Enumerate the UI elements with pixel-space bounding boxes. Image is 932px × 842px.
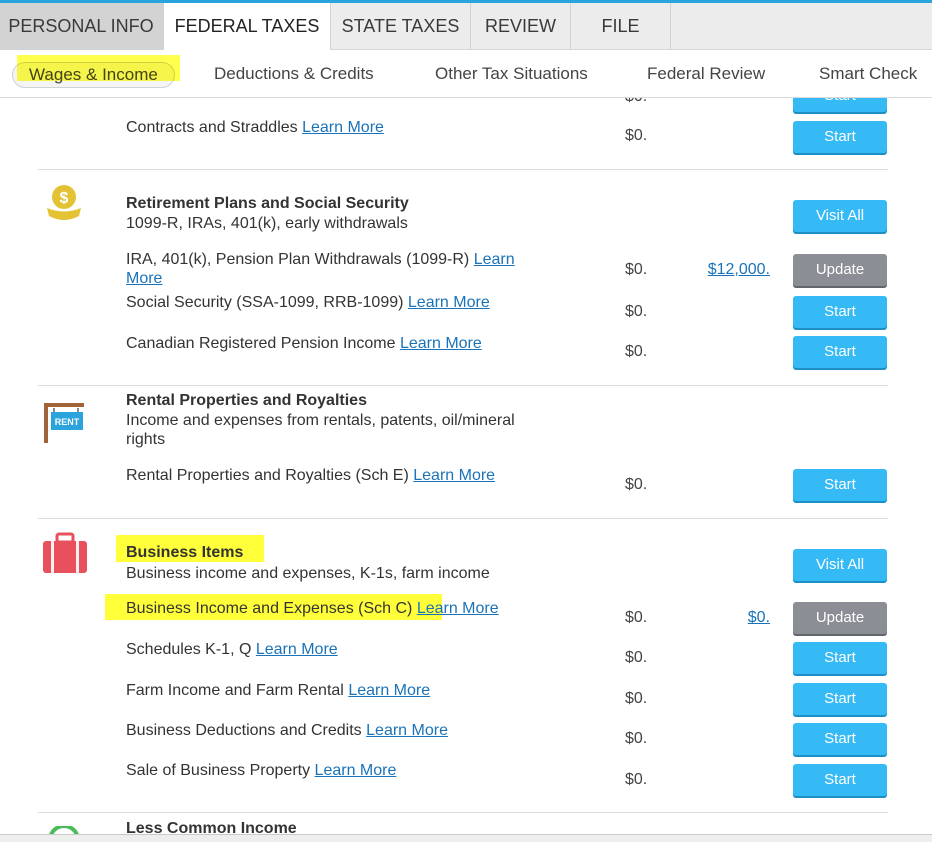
section-subtitle: 1099-R, IRAs, 401(k), early withdrawals: [126, 215, 408, 232]
income-list: $0. Start Contracts and Straddles Learn …: [0, 98, 932, 834]
learn-more-link[interactable]: Learn More: [256, 641, 338, 658]
start-button[interactable]: Start: [793, 121, 887, 153]
amount: $0.: [625, 609, 648, 626]
amount: $0.: [625, 98, 647, 106]
less-common-icon: [48, 824, 80, 834]
subtab-smart-check[interactable]: Smart Check: [819, 62, 917, 88]
svg-text:$: $: [60, 190, 69, 207]
item-label: Sale of Business Property Learn More: [126, 762, 397, 779]
start-button[interactable]: Start: [793, 683, 887, 715]
tab-personal-info[interactable]: PERSONAL INFO: [0, 3, 163, 50]
item-label: Schedules K-1, Q Learn More: [126, 641, 338, 658]
section-title: Business Items: [126, 544, 244, 561]
item-label: Business Income and Expenses (Sch C) Lea…: [126, 600, 499, 617]
item-label: IRA, 401(k), Pension Plan Withdrawals (1…: [126, 251, 515, 268]
tab-review[interactable]: REVIEW: [471, 3, 571, 50]
entered-amount-link[interactable]: $12,000.: [680, 261, 770, 279]
highlight-marker: [17, 55, 180, 81]
entered-amount-link[interactable]: $0.: [680, 609, 770, 627]
start-button[interactable]: Start: [793, 723, 887, 755]
tab-file[interactable]: FILE: [571, 3, 671, 50]
tab-state-taxes[interactable]: STATE TAXES: [331, 3, 471, 50]
item-label: Social Security (SSA-1099, RRB-1099) Lea…: [126, 294, 490, 311]
money-bag-icon: $: [46, 184, 82, 224]
update-button[interactable]: Update: [793, 254, 887, 286]
section-title: Less Common Income: [126, 820, 297, 834]
section-subtitle: Income and expenses from rentals, patent…: [126, 412, 515, 429]
start-button[interactable]: Start: [793, 296, 887, 328]
learn-more-link[interactable]: Learn More: [413, 467, 495, 484]
item-label: Contracts and Straddles Learn More: [126, 119, 384, 136]
amount: $0.: [625, 476, 648, 493]
amount: $0.: [625, 261, 648, 278]
amount: $0.: [625, 649, 648, 666]
start-button[interactable]: Start: [793, 642, 887, 674]
visit-all-button[interactable]: Visit All: [793, 549, 887, 581]
section-subtitle: Business income and expenses, K-1s, farm…: [126, 565, 490, 582]
start-button[interactable]: Start: [793, 469, 887, 501]
learn-more-link[interactable]: Learn More: [408, 294, 490, 311]
section-title: Rental Properties and Royalties: [126, 392, 367, 409]
divider: [38, 518, 888, 519]
section-subtitle: rights: [126, 431, 166, 448]
main-tab-bar: PERSONAL INFO FEDERAL TAXES STATE TAXES …: [0, 3, 932, 51]
amount: $0.: [625, 127, 648, 144]
update-button[interactable]: Update: [793, 602, 887, 634]
subtab-federal-review[interactable]: Federal Review: [647, 62, 765, 88]
item-label: Farm Income and Farm Rental Learn More: [126, 682, 431, 699]
learn-more-link[interactable]: Learn More: [417, 600, 499, 617]
section-title: Retirement Plans and Social Security: [126, 195, 409, 212]
learn-more-link[interactable]: Learn More: [315, 762, 397, 779]
divider: [38, 812, 888, 813]
learn-more-link[interactable]: More: [126, 270, 162, 288]
learn-more-link[interactable]: Learn More: [366, 722, 448, 739]
learn-more-link[interactable]: Learn More: [348, 682, 430, 699]
amount: $0.: [625, 730, 648, 747]
learn-more-link[interactable]: Learn More: [400, 335, 482, 352]
rent-sign-icon: RENT: [42, 401, 86, 443]
learn-more-link[interactable]: Learn: [474, 251, 515, 268]
briefcase-icon: [42, 532, 88, 574]
start-button[interactable]: Start: [793, 764, 887, 796]
rent-sign-text: RENT: [55, 417, 80, 427]
divider: [38, 169, 888, 170]
amount: $0.: [625, 303, 648, 320]
tab-federal-taxes[interactable]: FEDERAL TAXES: [163, 3, 331, 51]
scrollbar[interactable]: [0, 834, 932, 842]
item-label: Rental Properties and Royalties (Sch E) …: [126, 467, 496, 484]
start-button[interactable]: Start: [793, 98, 887, 112]
amount: $0.: [625, 343, 648, 360]
learn-more-link[interactable]: Learn More: [302, 119, 384, 136]
subtab-deductions-credits[interactable]: Deductions & Credits: [214, 62, 374, 88]
amount: $0.: [625, 771, 648, 788]
divider: [38, 385, 888, 386]
item-label: Canadian Registered Pension Income Learn…: [126, 335, 482, 352]
item-label: Business Deductions and Credits Learn Mo…: [126, 722, 448, 739]
visit-all-button[interactable]: Visit All: [793, 200, 887, 232]
amount: $0.: [625, 690, 648, 707]
start-button[interactable]: Start: [793, 336, 887, 368]
subtab-other-tax-situations[interactable]: Other Tax Situations: [435, 62, 588, 88]
